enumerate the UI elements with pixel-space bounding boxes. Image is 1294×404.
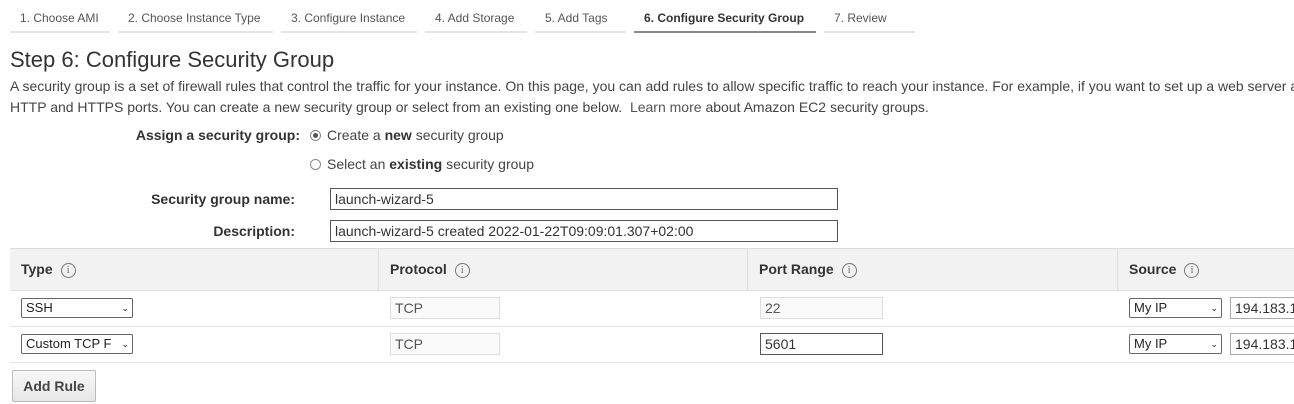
chevron-down-icon: ⌄ bbox=[121, 339, 129, 349]
chevron-down-icon: ⌄ bbox=[1210, 303, 1218, 313]
column-header-source: Source i bbox=[1117, 249, 1294, 290]
radio-button[interactable] bbox=[310, 158, 321, 170]
radio-create-new[interactable]: Create a new security group bbox=[310, 127, 504, 143]
description-label: Description: bbox=[213, 223, 295, 239]
tab-review[interactable]: 7. Review bbox=[824, 0, 915, 33]
description-line-2: HTTP and HTTPS ports. You can create a n… bbox=[10, 97, 1294, 118]
tab-add-tags[interactable]: 5. Add Tags bbox=[535, 0, 626, 33]
radio-select-existing-text: Select an existing security group bbox=[327, 156, 534, 172]
column-header-protocol: Protocol i bbox=[378, 249, 747, 290]
type-select[interactable]: SSH ⌄ bbox=[21, 298, 133, 318]
radio-create-new-text: Create a new security group bbox=[327, 127, 504, 143]
tab-configure-instance[interactable]: 3. Configure Instance bbox=[281, 0, 417, 33]
source-select[interactable]: My IP ⌄ bbox=[1129, 334, 1222, 354]
security-rules-table: Type i Protocol i Port Range i Source i SSH ⌄… bbox=[10, 248, 1294, 363]
table-row: SSH ⌄ TCP 22 My IP ⌄ 194.183.1 bbox=[10, 290, 1294, 327]
add-rule-button[interactable]: Add Rule bbox=[12, 370, 96, 402]
assign-security-group-label: Assign a security group: bbox=[135, 127, 300, 143]
tab-add-storage[interactable]: 4. Add Storage bbox=[425, 0, 527, 33]
table-row: Custom TCP F ⌄ TCP 5601 My IP ⌄ 194.183.1 bbox=[10, 326, 1294, 363]
source-select[interactable]: My IP ⌄ bbox=[1129, 298, 1222, 318]
security-group-name-input[interactable] bbox=[330, 188, 838, 210]
description-input[interactable] bbox=[330, 220, 838, 242]
info-icon[interactable]: i bbox=[1184, 262, 1200, 278]
tab-configure-security-group[interactable]: 6. Configure Security Group bbox=[634, 0, 816, 33]
source-ip-input[interactable]: 194.183.1 bbox=[1230, 333, 1294, 355]
page-title: Step 6: Configure Security Group bbox=[10, 47, 335, 72]
info-icon[interactable]: i bbox=[454, 262, 470, 278]
chevron-down-icon: ⌄ bbox=[1210, 339, 1218, 349]
protocol-field: TCP bbox=[390, 333, 500, 355]
column-header-type: Type i bbox=[10, 249, 378, 290]
source-ip-input[interactable]: 194.183.1 bbox=[1230, 297, 1294, 319]
protocol-field: TCP bbox=[390, 297, 500, 319]
description-line-1: A security group is a set of firewall ru… bbox=[10, 78, 1294, 94]
tab-choose-ami[interactable]: 1. Choose AMI bbox=[10, 0, 110, 33]
security-group-name-label: Security group name: bbox=[151, 191, 295, 207]
tab-choose-instance-type[interactable]: 2. Choose Instance Type bbox=[118, 0, 273, 33]
learn-more-link[interactable]: Learn more bbox=[630, 99, 702, 115]
description-tail: about Amazon EC2 security groups. bbox=[705, 99, 929, 115]
radio-button-checked[interactable] bbox=[310, 129, 321, 141]
radio-select-existing[interactable]: Select an existing security group bbox=[310, 156, 534, 172]
info-icon[interactable]: i bbox=[841, 262, 857, 278]
port-range-input[interactable]: 5601 bbox=[760, 333, 883, 355]
page-description: A security group is a set of firewall ru… bbox=[10, 76, 1294, 118]
wizard-steps: 1. Choose AMI 2. Choose Instance Type 3.… bbox=[0, 0, 1294, 36]
info-icon[interactable]: i bbox=[60, 262, 76, 278]
description-text: HTTP and HTTPS ports. You can create a n… bbox=[10, 99, 623, 115]
table-header: Type i Protocol i Port Range i Source i bbox=[10, 249, 1294, 291]
chevron-down-icon: ⌄ bbox=[121, 303, 129, 313]
type-select[interactable]: Custom TCP F ⌄ bbox=[21, 334, 133, 354]
column-header-port-range: Port Range i bbox=[747, 249, 1117, 290]
port-range-field: 22 bbox=[760, 297, 883, 319]
